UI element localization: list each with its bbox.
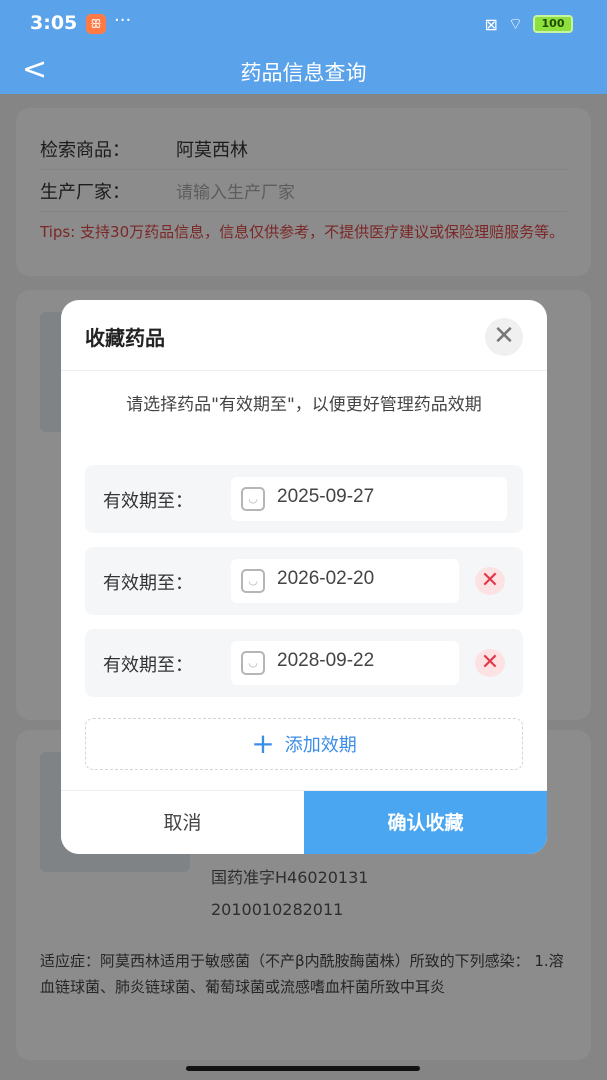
- expiry-row: 有效期至： ◡ 2025-09-27: [85, 465, 523, 533]
- expiry-date-picker[interactable]: ◡ 2025-09-27: [231, 477, 507, 521]
- nav-bar: < 药品信息查询: [0, 50, 607, 94]
- delete-icon[interactable]: ✕: [475, 649, 505, 677]
- expiry-row: 有效期至： ◡ 2028-09-22 ✕: [85, 629, 523, 697]
- add-expiry-label: 添加效期: [284, 735, 357, 756]
- dialog-description: 请选择药品"有效期至"，以便更好管理药品效期: [126, 395, 482, 415]
- expiry-date-value: 2025-09-27: [277, 486, 375, 507]
- calendar-icon: ◡: [241, 487, 265, 511]
- confirm-favorite-button[interactable]: 确认收藏: [304, 791, 547, 854]
- dialog-footer: 取消 确认收藏: [61, 790, 547, 854]
- expiry-label: 有效期至：: [103, 573, 193, 594]
- calendar-icon: ◡: [241, 651, 265, 675]
- more-notifications-icon: ···: [114, 10, 132, 31]
- close-icon[interactable]: ✕: [485, 318, 523, 356]
- sim-icon: ⊠: [484, 14, 498, 34]
- expiry-date-picker[interactable]: ◡ 2026-02-20: [231, 559, 459, 603]
- status-bar: 3:05 ꕥ ··· ⊠ ⌔ 100: [0, 0, 607, 50]
- dialog-title: 收藏药品: [85, 326, 165, 350]
- calendar-icon: ◡: [241, 569, 265, 593]
- cancel-button[interactable]: 取消: [61, 791, 304, 854]
- system-icons: ⊠ ⌔ 100: [485, 14, 573, 34]
- add-expiry-button[interactable]: + 添加效期: [85, 718, 523, 770]
- expiry-date-value: 2028-09-22: [277, 650, 375, 671]
- battery-icon: 100: [533, 15, 573, 33]
- page-title: 药品信息查询: [240, 61, 367, 85]
- favorite-dialog: 收藏药品 ✕ 请选择药品"有效期至"，以便更好管理药品效期 有效期至： ◡ 20…: [61, 300, 547, 854]
- expiry-label: 有效期至：: [103, 491, 193, 512]
- expiry-label: 有效期至：: [103, 655, 193, 676]
- divider: [61, 370, 547, 371]
- notification-app-icon: ꕥ: [86, 14, 106, 34]
- expiry-date-picker[interactable]: ◡ 2028-09-22: [231, 641, 459, 685]
- expiry-date-value: 2026-02-20: [277, 568, 375, 589]
- wifi-icon: ⌔: [507, 14, 523, 33]
- clock: 3:05: [30, 12, 78, 34]
- plus-icon: +: [251, 727, 275, 760]
- delete-icon[interactable]: ✕: [475, 567, 505, 595]
- expiry-row: 有效期至： ◡ 2026-02-20 ✕: [85, 547, 523, 615]
